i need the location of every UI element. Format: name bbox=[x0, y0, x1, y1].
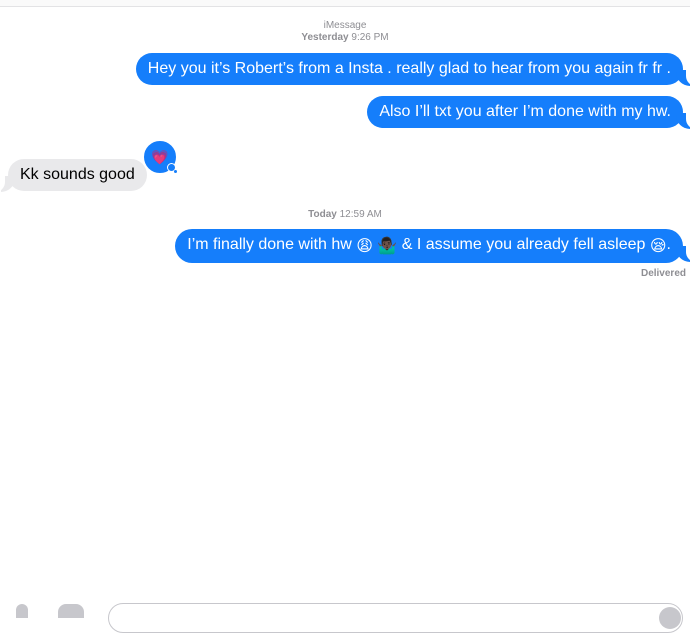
timestamp-yesterday: Yesterday 9:26 PM bbox=[0, 32, 690, 44]
message-bubble-sent[interactable]: Also I’ll txt you after I’m done with my… bbox=[367, 96, 683, 128]
bubble-tail bbox=[676, 111, 690, 129]
message-text: I’m finally done with hw bbox=[187, 236, 357, 253]
timestamp-today: Today 12:59 AM bbox=[0, 209, 690, 221]
timestamp-day: Today bbox=[308, 209, 337, 220]
message-bubble-sent[interactable]: Hey you it’s Robert’s from a Insta . rea… bbox=[135, 53, 683, 85]
weary-face-icon: 😩 bbox=[356, 238, 373, 255]
message-text: & I assume you already fell asleep bbox=[397, 236, 650, 253]
message-bubble-sent[interactable]: I’m finally done with hw 😩 🤷🏿‍♂️ & I ass… bbox=[175, 229, 683, 263]
timestamp-time: 12:59 AM bbox=[339, 209, 382, 220]
service-label: iMessage bbox=[323, 20, 367, 31]
message-bubble-received[interactable]: Kk sounds good bbox=[8, 159, 147, 191]
heart-icon: 💗 bbox=[151, 149, 169, 165]
audio-icon[interactable] bbox=[659, 607, 681, 629]
bubble-tail bbox=[676, 68, 690, 86]
message-input[interactable] bbox=[108, 603, 683, 633]
timestamp-day: Yesterday bbox=[301, 32, 349, 43]
top-bar bbox=[0, 0, 690, 7]
sleepy-face-icon: 😪 bbox=[649, 238, 667, 255]
message-text: Also I’ll txt you after I’m done with my… bbox=[379, 103, 671, 120]
timestamp-time: 9:26 PM bbox=[351, 32, 389, 43]
message-text: Hey you it’s Robert’s from a Insta . rea… bbox=[147, 60, 671, 77]
message-text: Kk sounds good bbox=[20, 166, 135, 183]
app-store-icon[interactable] bbox=[58, 604, 84, 618]
person-shrugging-icon: 🤷🏿‍♂️ bbox=[377, 238, 398, 255]
delivered-status: Delivered bbox=[640, 268, 686, 279]
camera-icon[interactable] bbox=[16, 604, 28, 618]
bubble-tail bbox=[0, 174, 15, 192]
message-text: . bbox=[666, 236, 671, 253]
tapback-tail-dot bbox=[174, 170, 177, 173]
bubble-tail bbox=[676, 244, 690, 262]
